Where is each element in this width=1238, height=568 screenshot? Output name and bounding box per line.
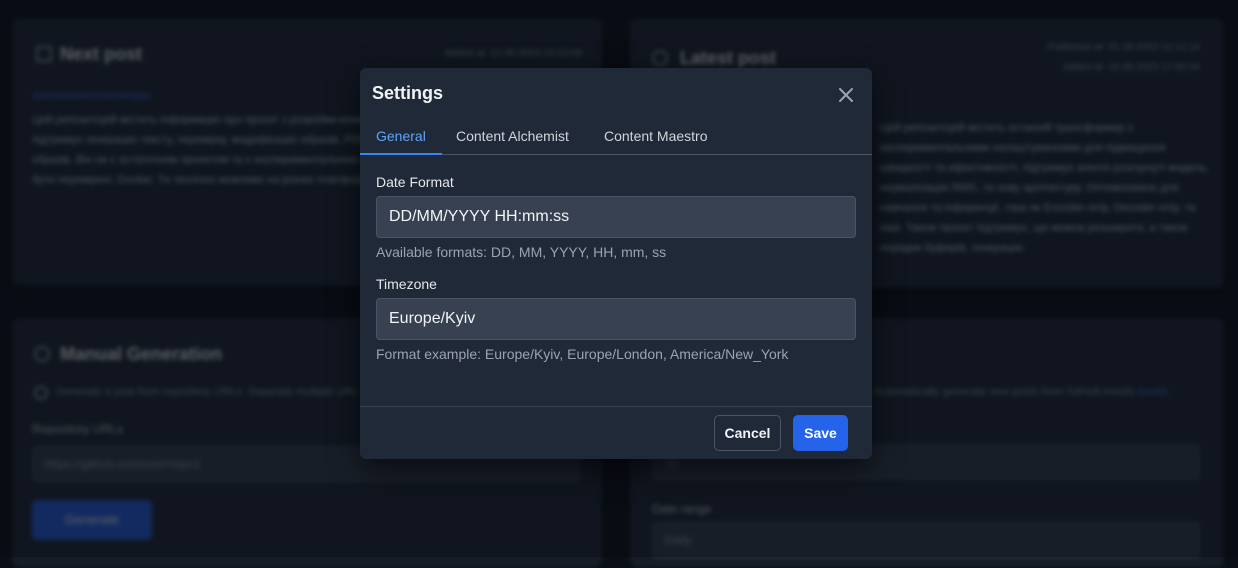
save-button[interactable]: Save — [793, 415, 848, 451]
modal-footer: Cancel Save — [360, 406, 872, 459]
modal-title: Settings — [372, 83, 444, 103]
timezone-input[interactable] — [376, 298, 856, 340]
timezone-help: Format example: Europe/Kyiv, Europe/Lond… — [376, 346, 789, 362]
settings-modal: Settings General Content Alchemist Conte… — [360, 68, 872, 459]
tab-content-alchemist[interactable]: Content Alchemist — [440, 120, 585, 154]
cancel-button[interactable]: Cancel — [714, 415, 781, 451]
timezone-label: Timezone — [376, 276, 437, 292]
close-button[interactable] — [834, 83, 858, 107]
date-format-label: Date Format — [376, 174, 454, 190]
date-format-help: Available formats: DD, MM, YYYY, HH, mm,… — [376, 244, 667, 260]
close-icon — [839, 88, 853, 102]
settings-tabs: General Content Alchemist Content Maestr… — [360, 120, 872, 155]
tab-content-maestro[interactable]: Content Maestro — [588, 120, 724, 154]
tab-general[interactable]: General — [360, 120, 442, 155]
date-format-input[interactable] — [376, 196, 856, 238]
